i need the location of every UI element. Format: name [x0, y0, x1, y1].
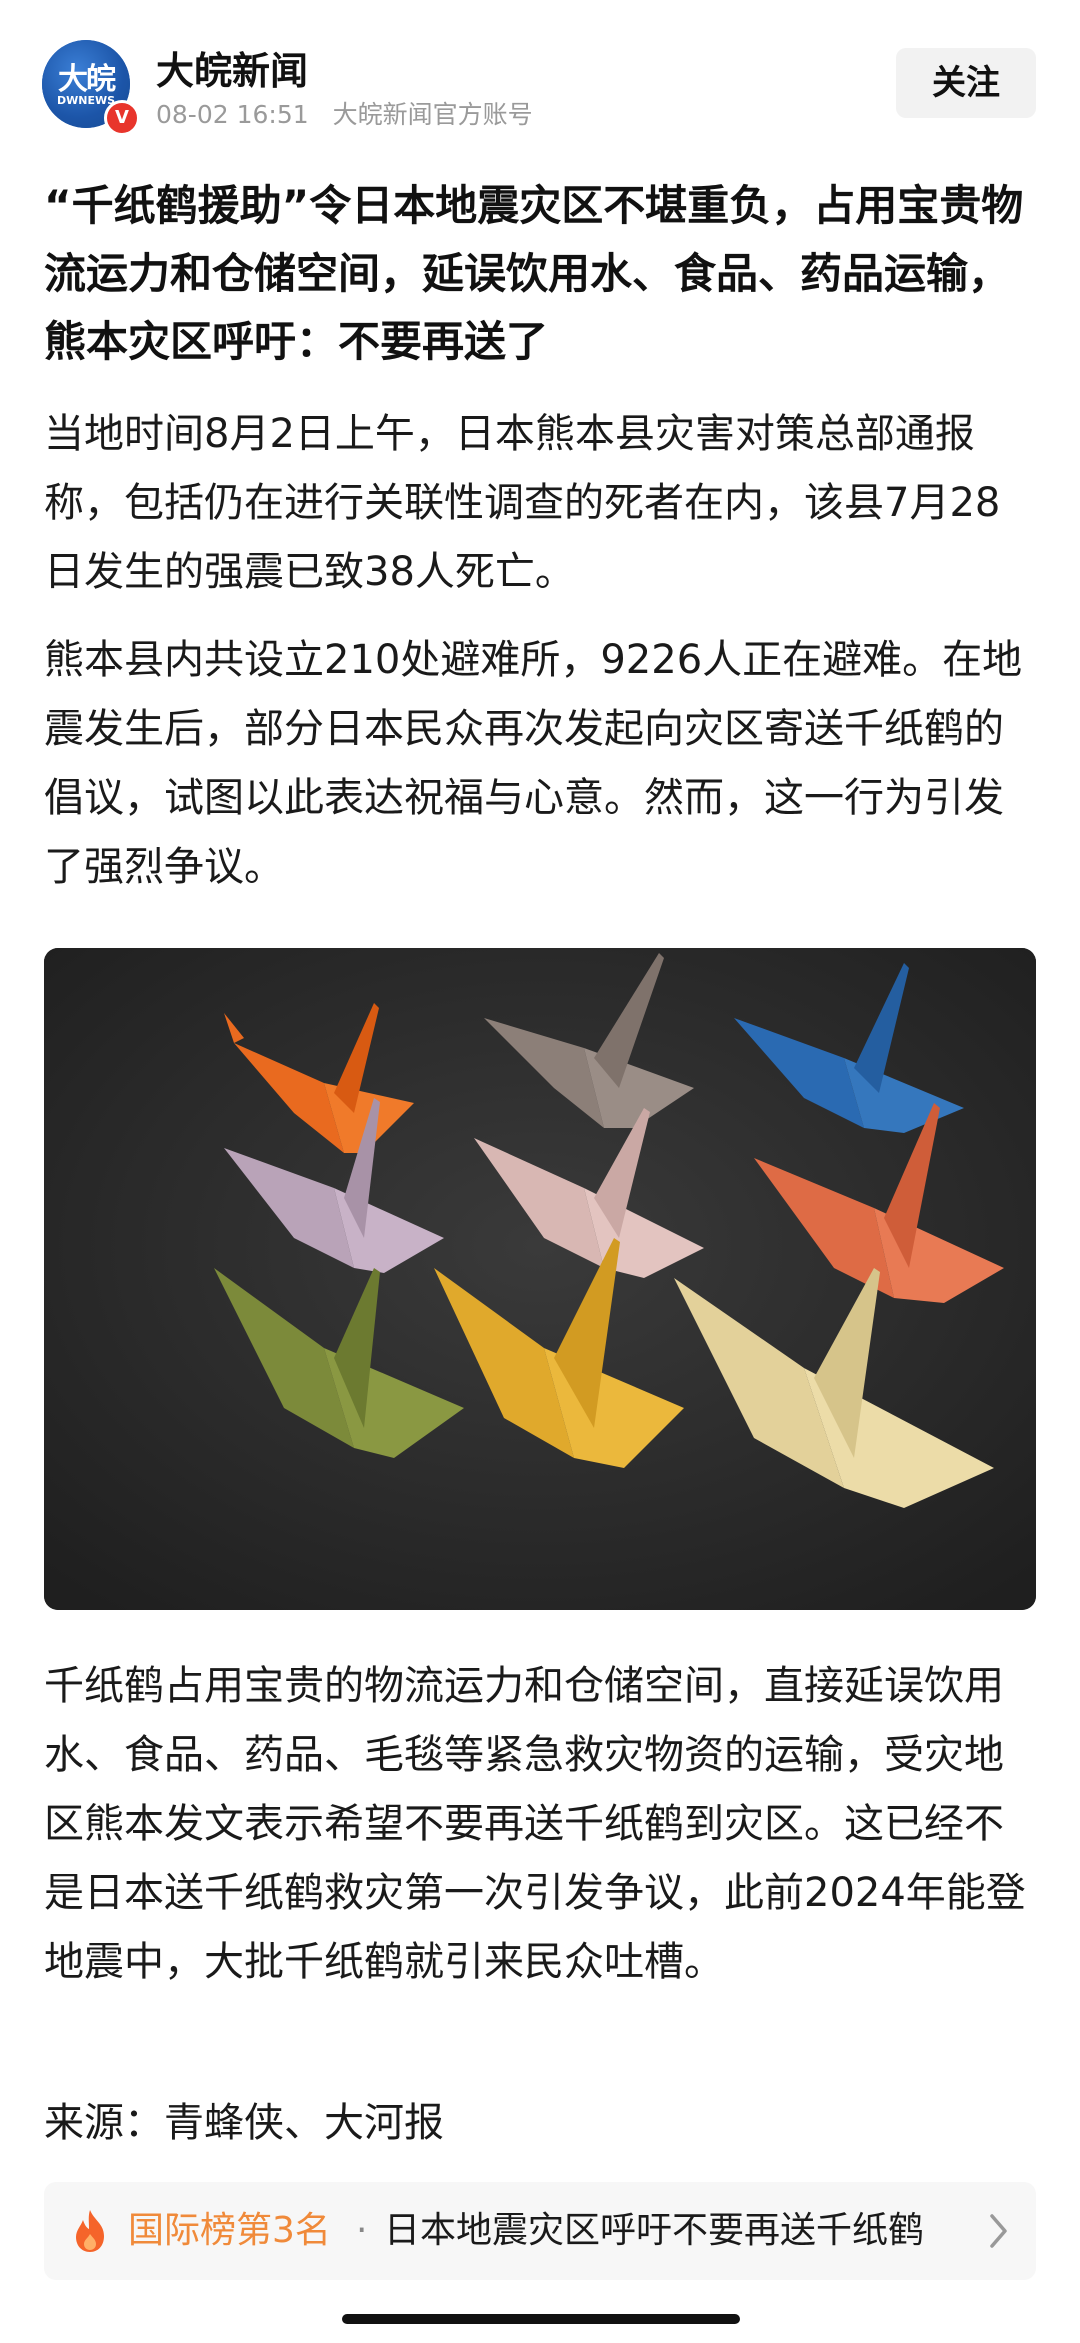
chevron-right-icon: [990, 2214, 1007, 2248]
article-header: 大皖 DWNEWS V 大皖新闻 08-02 16:51 大皖新闻官方账号 关注: [0, 0, 1080, 160]
author-avatar[interactable]: 大皖 DWNEWS V: [42, 40, 140, 136]
avatar-logo-text: 大皖: [58, 62, 116, 97]
flame-icon: [76, 2210, 104, 2252]
article-paragraph-3: 千纸鹤占用宝贵的物流运力和仓储空间，直接延误饮用水、食品、药品、毛毯等紧急救灾物…: [44, 1663, 1026, 1985]
article-title: “千纸鹤援助”令日本地震灾区不堪重负，占用宝贵物流运力和仓储空间，延误饮用水、食…: [44, 181, 1024, 366]
paper-cranes-photo[interactable]: [44, 948, 1036, 1610]
post-meta: 08-02 16:51 大皖新闻官方账号: [156, 95, 549, 131]
ranking-separator: ·: [356, 2210, 368, 2251]
account-type: 大皖新闻官方账号: [332, 100, 533, 129]
verified-badge-icon: V: [104, 100, 140, 136]
article-source: 来源：青蜂侠、大河报: [44, 2100, 444, 2146]
paper-cranes-image: [44, 948, 1036, 1610]
post-date: 08-02 16:51: [156, 100, 309, 129]
ranking-banner[interactable]: 国际榜第3名 · 日本地震灾区呼吁不要再送千纸鹤: [44, 2182, 1036, 2280]
follow-button[interactable]: 关注: [896, 48, 1036, 118]
ranking-label: 国际榜第3名: [128, 2210, 331, 2251]
article-paragraph-2: 熊本县内共设立210处避难所，9226人正在避难。在地震发生后，部分日本民众再次…: [44, 637, 1023, 890]
ranking-text: 日本地震灾区呼吁不要再送千纸鹤: [384, 2210, 925, 2251]
article-paragraph-1: 当地时间8月2日上午，日本熊本县灾害对策总部通报称，包括仍在进行关联性调查的死者…: [44, 411, 1001, 595]
home-indicator[interactable]: [342, 2314, 740, 2324]
author-name[interactable]: 大皖新闻: [156, 40, 308, 95]
